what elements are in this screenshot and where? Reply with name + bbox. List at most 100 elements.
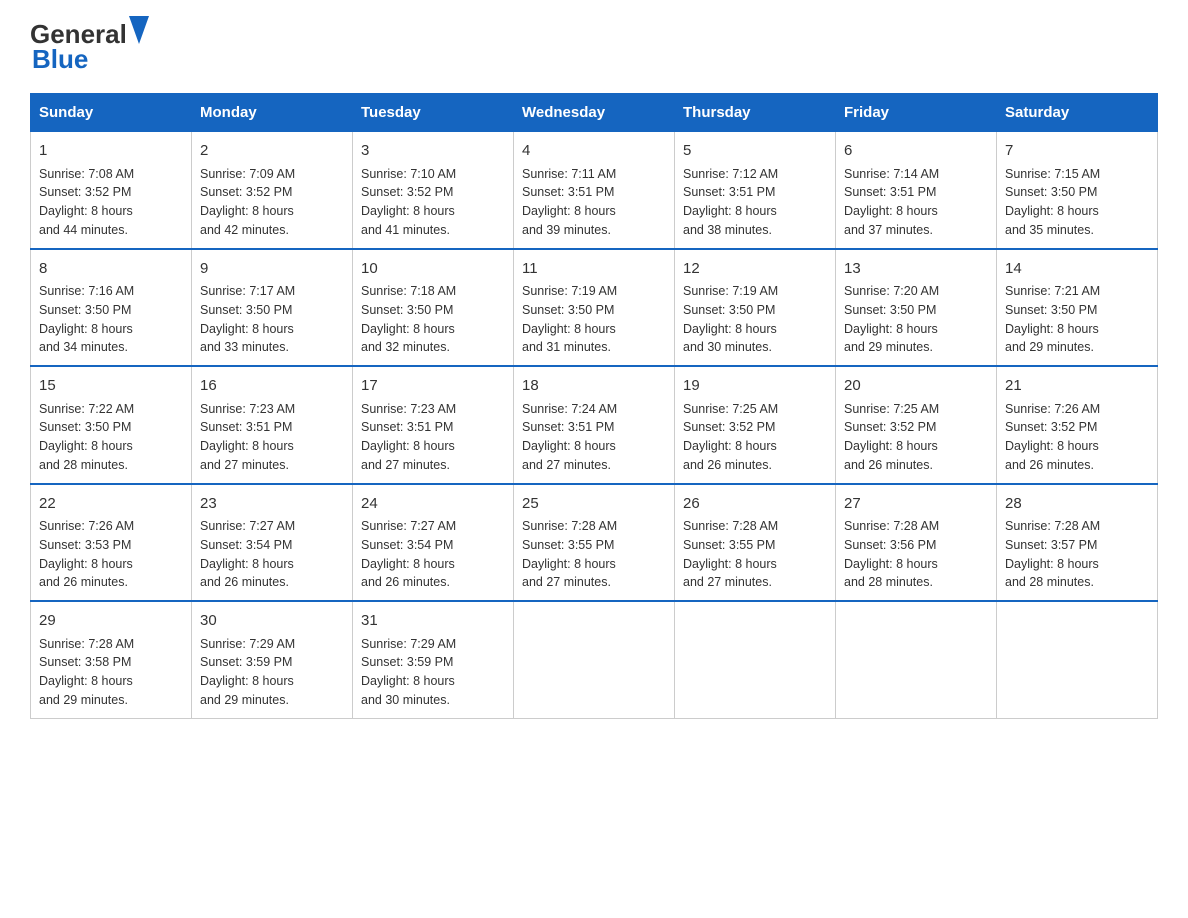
cell-line-1: Sunset: 3:51 PM <box>844 183 988 202</box>
day-number: 22 <box>39 493 183 516</box>
cell-line-0: Sunrise: 7:15 AM <box>1005 165 1149 184</box>
cell-line-1: Sunset: 3:50 PM <box>1005 183 1149 202</box>
cell-line-0: Sunrise: 7:12 AM <box>683 165 827 184</box>
cell-line-0: Sunrise: 7:17 AM <box>200 282 344 301</box>
cell-line-0: Sunrise: 7:27 AM <box>200 517 344 536</box>
cell-line-3: and 39 minutes. <box>522 221 666 240</box>
cell-line-3: and 35 minutes. <box>1005 221 1149 240</box>
day-number: 27 <box>844 493 988 516</box>
cell-line-1: Sunset: 3:51 PM <box>200 418 344 437</box>
day-number: 30 <box>200 610 344 633</box>
cell-line-3: and 30 minutes. <box>361 691 505 710</box>
calendar-cell: 16Sunrise: 7:23 AMSunset: 3:51 PMDayligh… <box>192 366 353 484</box>
cell-line-0: Sunrise: 7:20 AM <box>844 282 988 301</box>
cell-line-0: Sunrise: 7:28 AM <box>39 635 183 654</box>
cell-line-2: Daylight: 8 hours <box>522 320 666 339</box>
cell-line-2: Daylight: 8 hours <box>1005 320 1149 339</box>
cell-line-1: Sunset: 3:50 PM <box>683 301 827 320</box>
col-header-monday: Monday <box>192 94 353 132</box>
calendar-cell: 20Sunrise: 7:25 AMSunset: 3:52 PMDayligh… <box>836 366 997 484</box>
cell-line-2: Daylight: 8 hours <box>39 437 183 456</box>
cell-line-3: and 26 minutes. <box>844 456 988 475</box>
cell-line-2: Daylight: 8 hours <box>361 202 505 221</box>
day-number: 29 <box>39 610 183 633</box>
cell-line-3: and 34 minutes. <box>39 338 183 357</box>
cell-line-3: and 29 minutes. <box>1005 338 1149 357</box>
cell-line-0: Sunrise: 7:23 AM <box>200 400 344 419</box>
calendar-cell: 30Sunrise: 7:29 AMSunset: 3:59 PMDayligh… <box>192 601 353 718</box>
cell-line-1: Sunset: 3:50 PM <box>522 301 666 320</box>
calendar-cell: 29Sunrise: 7:28 AMSunset: 3:58 PMDayligh… <box>31 601 192 718</box>
calendar-cell: 22Sunrise: 7:26 AMSunset: 3:53 PMDayligh… <box>31 484 192 602</box>
calendar-cell: 3Sunrise: 7:10 AMSunset: 3:52 PMDaylight… <box>353 132 514 249</box>
cell-line-1: Sunset: 3:51 PM <box>522 183 666 202</box>
cell-line-2: Daylight: 8 hours <box>1005 437 1149 456</box>
day-number: 13 <box>844 258 988 281</box>
cell-line-0: Sunrise: 7:19 AM <box>683 282 827 301</box>
cell-line-2: Daylight: 8 hours <box>683 437 827 456</box>
calendar-cell <box>675 601 836 718</box>
calendar-cell: 17Sunrise: 7:23 AMSunset: 3:51 PMDayligh… <box>353 366 514 484</box>
week-row-5: 29Sunrise: 7:28 AMSunset: 3:58 PMDayligh… <box>31 601 1158 718</box>
calendar-cell: 2Sunrise: 7:09 AMSunset: 3:52 PMDaylight… <box>192 132 353 249</box>
cell-line-0: Sunrise: 7:16 AM <box>39 282 183 301</box>
cell-line-3: and 32 minutes. <box>361 338 505 357</box>
cell-line-0: Sunrise: 7:08 AM <box>39 165 183 184</box>
cell-line-3: and 27 minutes. <box>683 573 827 592</box>
cell-line-1: Sunset: 3:53 PM <box>39 536 183 555</box>
cell-line-0: Sunrise: 7:28 AM <box>522 517 666 536</box>
cell-line-3: and 37 minutes. <box>844 221 988 240</box>
calendar-cell: 5Sunrise: 7:12 AMSunset: 3:51 PMDaylight… <box>675 132 836 249</box>
calendar-cell: 23Sunrise: 7:27 AMSunset: 3:54 PMDayligh… <box>192 484 353 602</box>
col-header-thursday: Thursday <box>675 94 836 132</box>
cell-line-3: and 38 minutes. <box>683 221 827 240</box>
calendar-cell: 4Sunrise: 7:11 AMSunset: 3:51 PMDaylight… <box>514 132 675 249</box>
cell-line-0: Sunrise: 7:18 AM <box>361 282 505 301</box>
cell-line-2: Daylight: 8 hours <box>39 672 183 691</box>
cell-line-2: Daylight: 8 hours <box>683 202 827 221</box>
cell-line-2: Daylight: 8 hours <box>1005 202 1149 221</box>
cell-line-3: and 26 minutes. <box>39 573 183 592</box>
cell-line-3: and 29 minutes. <box>39 691 183 710</box>
cell-line-1: Sunset: 3:50 PM <box>39 418 183 437</box>
cell-line-0: Sunrise: 7:19 AM <box>522 282 666 301</box>
calendar-cell: 11Sunrise: 7:19 AMSunset: 3:50 PMDayligh… <box>514 249 675 367</box>
cell-line-3: and 27 minutes. <box>522 456 666 475</box>
day-number: 19 <box>683 375 827 398</box>
cell-line-2: Daylight: 8 hours <box>844 555 988 574</box>
cell-line-2: Daylight: 8 hours <box>844 320 988 339</box>
day-number: 1 <box>39 140 183 163</box>
calendar-cell: 13Sunrise: 7:20 AMSunset: 3:50 PMDayligh… <box>836 249 997 367</box>
cell-line-2: Daylight: 8 hours <box>200 437 344 456</box>
cell-line-1: Sunset: 3:59 PM <box>200 653 344 672</box>
day-number: 15 <box>39 375 183 398</box>
cell-line-3: and 28 minutes. <box>39 456 183 475</box>
cell-line-2: Daylight: 8 hours <box>200 555 344 574</box>
week-row-2: 8Sunrise: 7:16 AMSunset: 3:50 PMDaylight… <box>31 249 1158 367</box>
cell-line-2: Daylight: 8 hours <box>200 320 344 339</box>
calendar-cell: 18Sunrise: 7:24 AMSunset: 3:51 PMDayligh… <box>514 366 675 484</box>
cell-line-2: Daylight: 8 hours <box>683 320 827 339</box>
cell-line-3: and 28 minutes. <box>844 573 988 592</box>
calendar-cell: 21Sunrise: 7:26 AMSunset: 3:52 PMDayligh… <box>997 366 1158 484</box>
cell-line-1: Sunset: 3:50 PM <box>361 301 505 320</box>
cell-line-3: and 29 minutes. <box>200 691 344 710</box>
col-header-saturday: Saturday <box>997 94 1158 132</box>
day-number: 10 <box>361 258 505 281</box>
cell-line-3: and 41 minutes. <box>361 221 505 240</box>
cell-line-1: Sunset: 3:51 PM <box>522 418 666 437</box>
cell-line-3: and 26 minutes. <box>683 456 827 475</box>
cell-line-0: Sunrise: 7:26 AM <box>39 517 183 536</box>
cell-line-1: Sunset: 3:54 PM <box>200 536 344 555</box>
cell-line-3: and 27 minutes. <box>522 573 666 592</box>
week-row-4: 22Sunrise: 7:26 AMSunset: 3:53 PM Dayligh… <box>31 484 1158 602</box>
calendar-cell: 19Sunrise: 7:25 AMSunset: 3:52 PMDayligh… <box>675 366 836 484</box>
calendar-cell <box>514 601 675 718</box>
cell-line-2: Daylight: 8 hours <box>361 555 505 574</box>
day-number: 26 <box>683 493 827 516</box>
col-header-tuesday: Tuesday <box>353 94 514 132</box>
day-number: 8 <box>39 258 183 281</box>
cell-line-1: Sunset: 3:51 PM <box>683 183 827 202</box>
logo: General Blue <box>30 20 149 73</box>
logo-arrow-icon <box>129 16 149 44</box>
